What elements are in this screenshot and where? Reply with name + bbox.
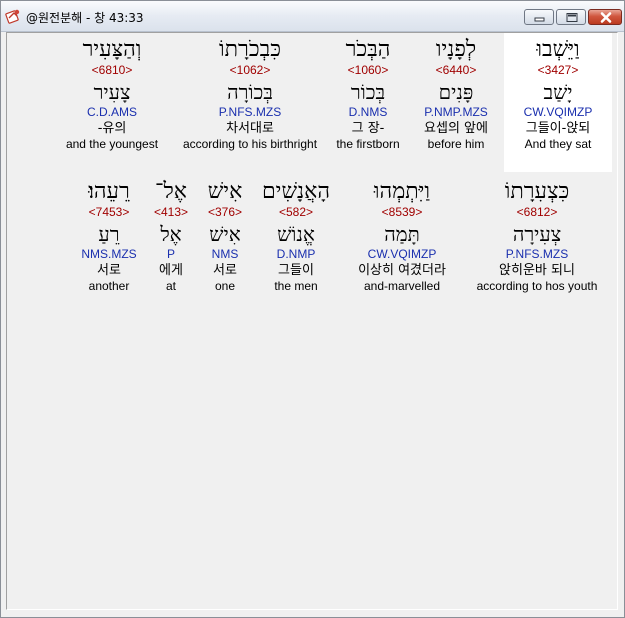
strong-number[interactable]: <1060> (328, 63, 408, 77)
hebrew-word: וְהַצָּעִיר (82, 37, 142, 62)
hebrew-word: וַיִּתְמְהוּ (373, 179, 431, 204)
word-block[interactable]: וַיִּתְמְהוּ <8539> תָּמַה CW.VQIMZP 이상히… (341, 175, 463, 314)
close-button[interactable] (588, 9, 622, 25)
hebrew-word: וַיֵּשְׁבוּ (536, 37, 580, 62)
lemma-word: בְּכוֹר (350, 80, 386, 104)
morphology-code[interactable]: CW.VQIMZP (341, 247, 463, 262)
korean-gloss: 그 장- (351, 121, 385, 136)
close-icon (600, 12, 612, 23)
strong-number[interactable]: <7453> (73, 205, 145, 219)
korean-gloss: 그들이-앉되 (525, 121, 591, 136)
morphology-code[interactable]: P.NMP.MZS (408, 105, 504, 120)
korean-gloss: 요셉의 앞에 (424, 121, 488, 136)
hebrew-word: לְפָנָיו (435, 37, 477, 62)
lemma-word: אֱנוֹשׁ (277, 222, 315, 246)
lemma-word: אִישׁ (209, 222, 241, 246)
korean-gloss: 차서대로 (226, 121, 274, 136)
strong-number[interactable]: <3427> (504, 63, 612, 77)
app-window: @원전분해 - 창 43:33 וַיֵּשְׁבוּ <3427> יָשַׁ… (0, 0, 625, 618)
english-gloss: according to his birthright (182, 137, 318, 151)
english-gloss: one (214, 279, 236, 293)
lemma-word: אֶל (160, 222, 182, 246)
hebrew-word: כִּבְכֹרָתוֹ (219, 37, 281, 62)
word-block[interactable]: כִּצְעִרָתוֹ <6812> צְעִירָה P.NFS.MZS 앉… (467, 175, 607, 314)
morphology-code[interactable]: NMS (200, 247, 250, 262)
morphology-code[interactable]: P.NFS.MZS (172, 105, 328, 120)
morphology-code[interactable]: CW.VQIMZP (504, 105, 612, 120)
word-block[interactable]: אֶל־ <413> אֶל P 에게 at (149, 175, 193, 314)
lemma-word: צָעִיר (93, 80, 131, 104)
strong-number[interactable]: <413> (149, 205, 193, 219)
morphology-code[interactable]: D.NMP (256, 247, 336, 262)
app-icon[interactable] (5, 8, 21, 24)
english-gloss: the men (274, 279, 318, 293)
english-gloss: And they sat (524, 137, 592, 151)
lemma-word: צְעִירָה (512, 222, 562, 246)
word-block[interactable]: לְפָנָיו <6440> פָּנִים P.NMP.MZS 요셉의 앞에… (408, 33, 504, 172)
maximize-icon (566, 13, 578, 22)
english-gloss: and-marvelled (363, 279, 441, 293)
title-bar[interactable]: @원전분해 - 창 43:33 (1, 1, 624, 32)
morphology-code[interactable]: P.NFS.MZS (467, 247, 607, 262)
english-gloss: the firstborn (336, 137, 400, 151)
lemma-word: בְּכוֹרָה (227, 80, 273, 104)
strong-number[interactable]: <582> (256, 205, 336, 219)
hebrew-word: הַבְּכֹר (345, 37, 391, 62)
word-block[interactable]: כִּבְכֹרָתוֹ <1062> בְּכוֹרָה P.NFS.MZS … (172, 33, 328, 172)
strong-number[interactable]: <1062> (172, 63, 328, 77)
korean-gloss: -유의 (97, 121, 127, 136)
word-block[interactable]: הַבְּכֹר <1060> בְּכוֹר D.NMS 그 장- the f… (328, 33, 408, 172)
interlinear-panel: וַיֵּשְׁבוּ <3427> יָשַׁב CW.VQIMZP 그들이-… (6, 32, 618, 610)
hebrew-word: אֶל־ (155, 179, 187, 204)
word-block[interactable]: וַיֵּשְׁבוּ <3427> יָשַׁב CW.VQIMZP 그들이-… (504, 33, 612, 172)
lemma-word: פָּנִים (438, 80, 474, 104)
strong-number[interactable]: <8539> (341, 205, 463, 219)
minimize-icon (534, 17, 545, 22)
word-block[interactable]: הָאֲנָשִׁים <582> אֱנוֹשׁ D.NMP 그들이 the … (256, 175, 336, 314)
word-block[interactable]: וְהַצָּעִיר <6810> צָעִיר C.D.AMS -유의 an… (57, 33, 167, 172)
strong-number[interactable]: <376> (200, 205, 250, 219)
word-block[interactable]: רֵעֵהוּ׃ <7453> רֵעַ NMS.MZS 서로 another (73, 175, 145, 314)
morphology-code[interactable]: NMS.MZS (73, 247, 145, 262)
korean-gloss: 앉히운바 되니 (499, 263, 575, 278)
lemma-word: יָשַׁב (543, 80, 573, 104)
window-title: @원전분해 - 창 43:33 (26, 11, 144, 25)
korean-gloss: 서로 (97, 263, 121, 278)
strong-number[interactable]: <6440> (408, 63, 504, 77)
hebrew-word: רֵעֵהוּ׃ (88, 179, 130, 204)
english-gloss: before him (427, 137, 485, 151)
strong-number[interactable]: <6810> (57, 63, 167, 77)
maximize-button[interactable] (556, 9, 586, 25)
morphology-code[interactable]: C.D.AMS (57, 105, 167, 120)
hebrew-word: אִישׁ (207, 179, 243, 204)
morphology-code[interactable]: D.NMS (328, 105, 408, 120)
morphology-code[interactable]: P (149, 247, 193, 262)
english-gloss: at (165, 279, 176, 293)
korean-gloss: 이상히 여겼더라 (358, 263, 446, 278)
lemma-word: תָּמַה (384, 222, 420, 246)
word-block[interactable]: אִישׁ <376> אִישׁ NMS 서로 one (200, 175, 250, 314)
hebrew-word: הָאֲנָשִׁים (261, 179, 331, 204)
minimize-button[interactable] (524, 9, 554, 25)
korean-gloss: 에게 (159, 263, 183, 278)
korean-gloss: 그들이 (278, 263, 314, 278)
english-gloss: and the youngest (65, 137, 159, 151)
english-gloss: according to hos youth (476, 279, 598, 293)
lemma-word: רֵעַ (98, 222, 120, 246)
korean-gloss: 서로 (213, 263, 237, 278)
english-gloss: another (88, 279, 130, 293)
strong-number[interactable]: <6812> (467, 205, 607, 219)
hebrew-word: כִּצְעִרָתוֹ (504, 179, 570, 204)
